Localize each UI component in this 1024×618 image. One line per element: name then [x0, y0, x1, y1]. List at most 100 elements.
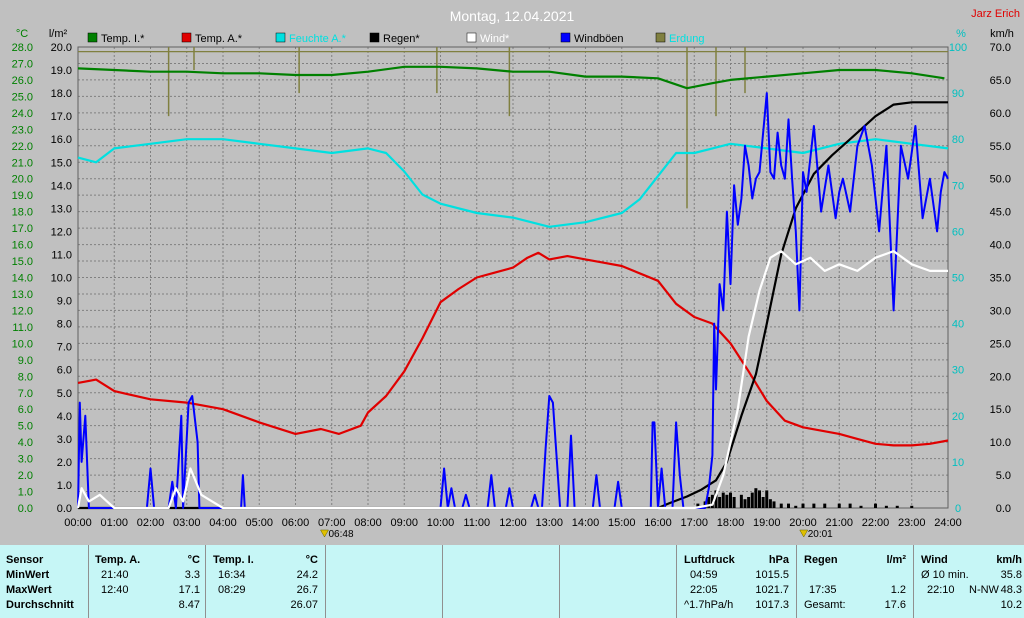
stats-col-temp-i: Temp. I. °C 16:34 24.2 08:29 26.7 26.07: [205, 545, 326, 618]
temp-tick-label: 22.0: [12, 141, 33, 153]
temp-i-min: 24.2: [296, 569, 318, 581]
legend-swatch: [181, 32, 192, 43]
x-tick-label: 22:00: [862, 517, 890, 529]
rain-bar: [910, 505, 914, 508]
rain-tick-label: 12.0: [51, 226, 72, 238]
humidity-tick-label: 100: [949, 42, 967, 54]
x-tick-label: 07:00: [318, 517, 346, 529]
rain-max-time: 17:35: [809, 584, 837, 596]
x-tick-label: 12:00: [499, 517, 527, 529]
rain-bar: [739, 494, 743, 508]
wind-tick-label: 35.0: [990, 273, 1011, 285]
wind-tick-label: 5.0: [996, 470, 1011, 482]
temp-i-unit: °C: [305, 554, 318, 566]
pressure-trend: ^1.7hPa/h: [684, 599, 734, 611]
rain-tick-label: 8.0: [57, 319, 72, 331]
temp-tick-label: 21.0: [12, 157, 33, 169]
wind-max-dir: N-NW: [969, 584, 999, 596]
temp-tick-label: 5.0: [18, 421, 33, 433]
temp-tick-label: 19.0: [12, 190, 33, 202]
temp-tick-label: 26.0: [12, 75, 33, 87]
pressure-min-time: 04:59: [690, 569, 718, 581]
x-tick-label: 17:00: [680, 517, 708, 529]
temp-i-min-time: 16:34: [218, 569, 246, 581]
stats-col-wind: Wind km/h Ø 10 min. 35.8 22:10 N-NW 48.3 10.…: [913, 545, 1024, 618]
temp-a-header: Temp. A.: [95, 554, 141, 566]
temp-tick-label: 4.0: [18, 437, 33, 449]
x-tick-label: 23:00: [898, 517, 926, 529]
rain-bar: [725, 494, 729, 508]
rain-bar: [801, 503, 805, 508]
rain-bar: [729, 492, 732, 508]
x-tick-label: 11:00: [463, 517, 490, 529]
x-tick-label: 18:00: [717, 517, 745, 529]
sun-marker-time: 06:48: [329, 529, 354, 540]
legend-swatch: [369, 32, 380, 43]
wind-tick-label: 10.0: [990, 437, 1011, 449]
temp-tick-label: 6.0: [18, 404, 33, 416]
rain-bar: [837, 503, 841, 508]
wind-max: 48.3: [1000, 584, 1022, 596]
temp-tick-label: 27.0: [12, 58, 33, 70]
x-tick-label: 00:00: [64, 517, 92, 529]
rain-bar: [765, 490, 769, 508]
temp-tick-label: 18.0: [12, 207, 33, 219]
temp-tick-label: 3.0: [18, 454, 33, 466]
x-tick-label: 08:00: [354, 517, 382, 529]
x-tick-label: 06:00: [282, 517, 310, 529]
wind-avg-label: Ø 10 min.: [921, 569, 969, 581]
x-tick-label: 10:00: [427, 517, 455, 529]
humidity-tick-label: 0: [955, 503, 961, 515]
wind-tick-label: 30.0: [990, 305, 1011, 317]
x-tick-label: 20:00: [789, 517, 817, 529]
rain-tick-label: 2.0: [57, 457, 72, 469]
left-axis: 0.0 1.0 2.0 3.0 4.0 5.0 6.0 7.0 8.0 9.0 10.0 11.0 12…: [12, 42, 72, 515]
rain-bar: [758, 490, 761, 508]
temp-a-min: 3.3: [184, 569, 200, 581]
rain-bar: [812, 503, 816, 508]
rain-tick-label: 5.0: [57, 388, 72, 400]
humidity-tick-label: 40: [952, 319, 964, 331]
temp-tick-label: 8.0: [18, 371, 33, 383]
temp-tick-label: 11.0: [12, 322, 33, 334]
pressure-header: Luftdruck: [684, 554, 735, 566]
legend-swatch: [655, 32, 666, 43]
humidity-tick-label: 50: [952, 273, 964, 285]
unit-humidity: %: [956, 28, 966, 40]
wind-tick-label: 60.0: [990, 108, 1011, 120]
legend-label: Feuchte A.*: [289, 33, 347, 45]
rain-tick-label: 0.0: [57, 503, 72, 515]
rain-tick-label: 3.0: [57, 434, 72, 446]
stats-col-pressure: Luftdruck hPa 04:59 1015.5 22:05 1021.7 ^1.…: [676, 545, 797, 618]
pressure-unit: hPa: [768, 554, 789, 566]
pressure-max-time: 22:05: [690, 584, 718, 596]
temp-a-min-time: 21:40: [101, 569, 129, 581]
sun-marker-icon: [799, 529, 809, 538]
wind-tick-label: 45.0: [990, 207, 1011, 219]
temp-tick-label: 14.0: [12, 273, 33, 285]
x-tick-label: 13:00: [535, 517, 563, 529]
wind-tick-label: 55.0: [990, 141, 1011, 153]
unit-wind: km/h: [990, 28, 1014, 40]
x-tick-label: 05:00: [245, 517, 273, 529]
temp-tick-label: 1.0: [18, 487, 33, 499]
legend-label: Windböen: [574, 33, 624, 45]
humidity-tick-label: 20: [952, 411, 964, 423]
rain-bar: [874, 503, 877, 508]
pressure-min: 1015.5: [755, 569, 789, 581]
x-tick-label: 01:00: [100, 517, 128, 529]
author-label: Jarz Erich: [971, 8, 1020, 20]
x-tick-label: 09:00: [390, 517, 418, 529]
temp-i-max-time: 08:29: [218, 584, 246, 596]
rain-tick-label: 13.0: [51, 203, 72, 215]
rain-bar: [848, 503, 852, 508]
rain-tick-label: 11.0: [51, 249, 72, 261]
x-tick-label: 21:00: [825, 517, 853, 529]
rain-bar: [772, 501, 776, 508]
temp-a-max-time: 12:40: [101, 584, 129, 596]
rain-bar: [750, 492, 754, 508]
x-tick-label: 02:00: [137, 517, 165, 529]
legend-swatch: [466, 32, 477, 43]
rain-bar: [779, 503, 783, 508]
temp-tick-label: 15.0: [12, 256, 33, 268]
